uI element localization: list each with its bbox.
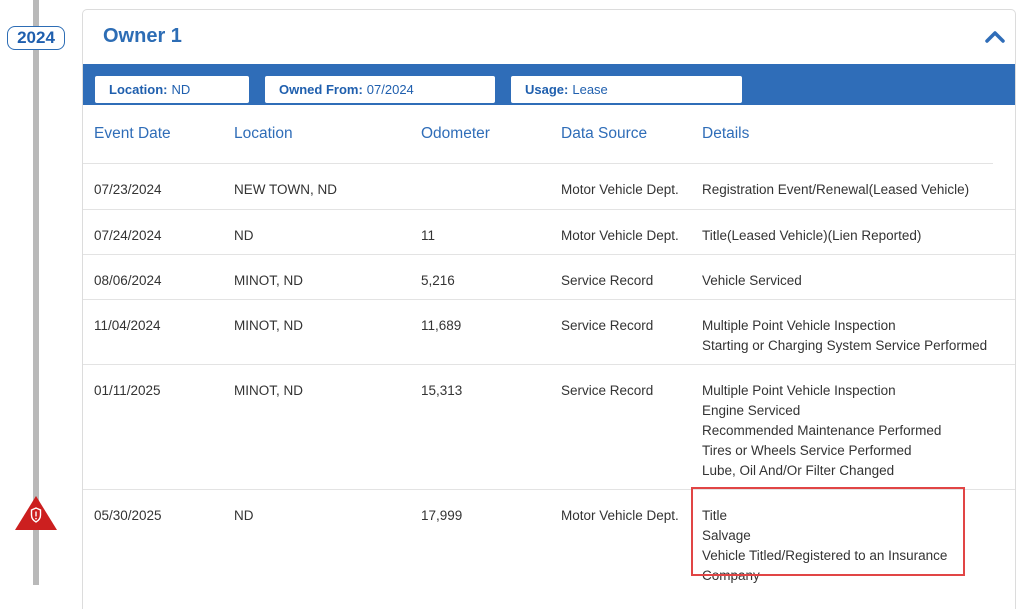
location-pill: Location: ND — [95, 76, 249, 103]
owner-info-bar: Location: ND Owned From: 07/2024 Usage: … — [83, 64, 1015, 105]
event-date-cell: 05/30/2025 — [94, 508, 162, 523]
location-cell: MINOT, ND — [234, 383, 303, 398]
odometer-cell: 15,313 — [421, 383, 463, 398]
location-label: Location: — [109, 82, 168, 97]
header-event-date: Event Date — [94, 125, 171, 142]
details-cell: Registration Event/Renewal(Leased Vehicl… — [702, 180, 969, 200]
header-details: Details — [702, 125, 750, 142]
header-odometer: Odometer — [421, 125, 490, 142]
chevron-up-icon — [985, 31, 1005, 43]
table-row: 07/24/2024 ND 11 Motor Vehicle Dept. Title(L… — [83, 210, 1015, 255]
details-line: Vehicle Serviced — [702, 273, 802, 288]
details-line: Multiple Point Vehicle Inspection — [702, 318, 896, 333]
odometer-cell: 11,689 — [421, 318, 462, 333]
data-source-cell: Service Record — [561, 318, 654, 333]
details-cell: Vehicle Serviced — [702, 271, 802, 291]
highlight-box — [691, 487, 965, 576]
event-date-cell: 01/11/2025 — [94, 383, 161, 398]
data-source-cell: Service Record — [561, 383, 654, 398]
owned-from-value: 07/2024 — [366, 82, 414, 97]
owner-title: Owner 1 — [103, 25, 182, 47]
data-source-cell: Motor Vehicle Dept. — [561, 182, 679, 197]
details-line: Tires or Wheels Service Performed — [702, 443, 912, 458]
location-cell: NEW TOWN, ND — [234, 182, 337, 197]
data-source-cell: Motor Vehicle Dept. — [561, 228, 679, 243]
event-date-cell: 07/24/2024 — [94, 228, 162, 243]
owned-from-label: Owned From: — [279, 82, 363, 97]
table-row: 07/23/2024 NEW TOWN, ND Motor Vehicle Dept… — [83, 164, 1015, 210]
odometer-cell: 17,999 — [421, 508, 463, 523]
location-cell: ND — [234, 508, 254, 523]
collapse-button[interactable] — [984, 27, 1006, 45]
usage-label: Usage: — [525, 82, 569, 97]
owned-from-pill: Owned From: 07/2024 — [265, 76, 495, 103]
details-cell: Title(Leased Vehicle)(Lien Reported) — [702, 226, 921, 246]
table-row: 11/04/2024 MINOT, ND 11,689 Service Record M… — [83, 300, 1015, 365]
details-line: Engine Serviced — [702, 403, 801, 418]
year-badge: 2024 — [7, 26, 65, 50]
table-header: Event Date Location Odometer Data Source… — [83, 105, 993, 164]
location-cell: MINOT, ND — [234, 318, 303, 333]
data-source-cell: Motor Vehicle Dept. — [561, 508, 679, 523]
location-cell: MINOT, ND — [234, 273, 303, 288]
details-line: Lube, Oil And/Or Filter Changed — [702, 463, 895, 478]
owner-card-header[interactable]: Owner 1 — [83, 10, 1015, 64]
usage-value: Lease — [572, 82, 608, 97]
details-line: Title(Leased Vehicle)(Lien Reported) — [702, 228, 922, 243]
data-source-cell: Service Record — [561, 273, 654, 288]
header-location: Location — [234, 125, 293, 142]
table-row: 01/11/2025 MINOT, ND 15,313 Service Record M… — [83, 365, 1015, 490]
details-line: Recommended Maintenance Performed — [702, 423, 942, 438]
warning-shield-icon — [15, 496, 57, 530]
event-date-cell: 08/06/2024 — [94, 273, 162, 288]
odometer-cell: 11 — [421, 228, 436, 243]
details-line: Registration Event/Renewal(Leased Vehicl… — [702, 182, 970, 197]
event-date-cell: 11/04/2024 — [94, 318, 161, 333]
usage-pill: Usage: Lease — [511, 76, 742, 103]
details-line: Multiple Point Vehicle Inspection — [702, 383, 896, 398]
odometer-cell: 5,216 — [421, 273, 455, 288]
details-line: Starting or Charging System Service Perf… — [702, 338, 988, 353]
table-row: 08/06/2024 MINOT, ND 5,216 Service Record Ve… — [83, 255, 1015, 300]
header-data-source: Data Source — [561, 125, 648, 142]
event-date-cell: 07/23/2024 — [94, 182, 162, 197]
details-cell: Multiple Point Vehicle Inspection Startin… — [702, 316, 987, 356]
details-cell: Multiple Point Vehicle Inspection Engine … — [702, 381, 941, 481]
location-value: ND — [171, 82, 191, 97]
location-cell: ND — [234, 228, 254, 243]
